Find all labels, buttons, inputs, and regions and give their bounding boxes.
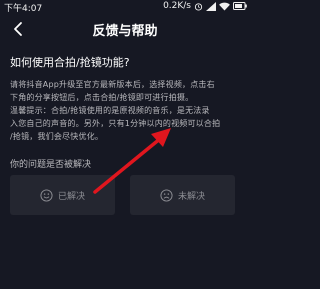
help-article: 如何使用合拍/抢镜功能? 请将抖音App升级至官方最新版本后，选择视频，点击右 …: [10, 54, 242, 143]
network-speed: 0.2K/s: [163, 1, 191, 11]
resolved-button[interactable]: 已解决: [10, 175, 115, 215]
unresolved-button[interactable]: 未解决: [130, 175, 235, 215]
smile-face-icon: [40, 188, 53, 202]
answer-text: 请将抖音App升级至官方最新版本后，选择视频，点击右 下角的分享按钮后，点击合拍…: [10, 78, 242, 143]
alarm-icon: [194, 2, 203, 11]
status-time: 下午4:07: [4, 4, 43, 14]
answer-line: 入您自己的声音的。另外，只有1分钟以内的视频可以合拍: [10, 119, 221, 128]
answer-line: 下角的分享按钮后，点击合拍/抢镜即可进行拍摄。: [10, 93, 194, 102]
answer-line: /抢镜，我们会尽快优化。: [10, 132, 104, 141]
status-icons: 0.2K/s: [163, 1, 247, 11]
sad-face-icon: [160, 188, 173, 202]
status-bar: 下午4:07 0.2K/s: [0, 0, 250, 14]
question-title: 如何使用合拍/抢镜功能?: [10, 56, 130, 69]
signal-icon: [206, 1, 216, 11]
page-title: 反馈与帮助: [92, 24, 158, 39]
answer-line: 请将抖音App升级至官方最新版本后，选择视频，点击右: [10, 80, 215, 89]
resolved-prompt: 你的问题是否被解决: [10, 160, 92, 170]
wifi-icon: [219, 2, 230, 11]
resolved-label: 已解决: [57, 191, 85, 202]
battery-icon: [233, 2, 247, 10]
unresolved-label: 未解决: [177, 191, 205, 202]
answer-line: 温馨提示：合拍/抢镜使用的是原视频的音乐，是无法录: [10, 106, 210, 115]
nav-bar: 反馈与帮助: [0, 14, 250, 44]
